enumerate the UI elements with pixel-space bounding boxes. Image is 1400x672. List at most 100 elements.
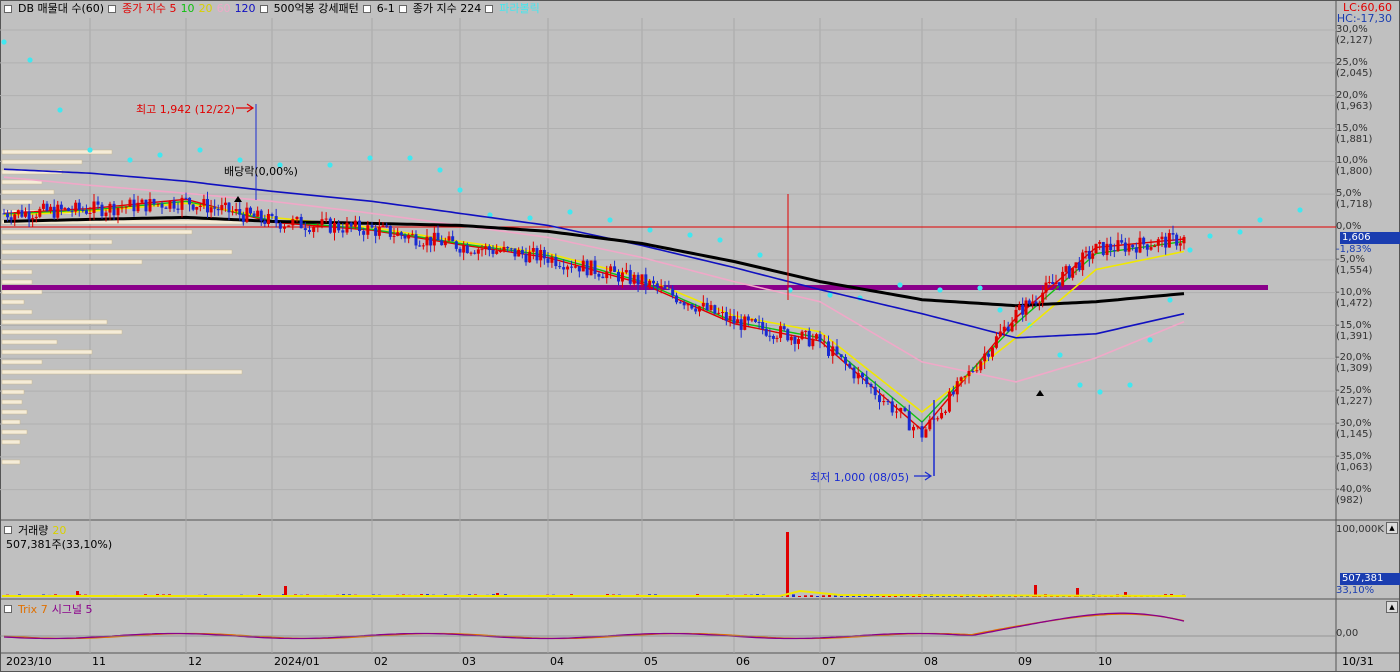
candle-body [429,236,433,246]
candle-body [593,260,597,274]
candle-body [924,429,928,438]
candle-body [34,216,38,219]
candle-body [636,274,640,285]
candle-body [517,249,521,257]
volume-bar [822,595,825,597]
legend-checkbox[interactable] [4,605,12,613]
candle-body [728,316,732,321]
candle-body [231,211,235,213]
candle-body [458,248,462,253]
candle-body [316,225,320,228]
price-axis-pct: 25,0% [1336,56,1368,68]
candle-body [283,226,286,229]
parabolic-dot [977,285,983,291]
volume-legend-ma: 20 [52,523,67,537]
candle-body [410,234,414,236]
legend-checkbox[interactable] [485,5,494,13]
legend-pattern2: 6-1 [376,2,395,15]
parabolic-dot [1097,389,1103,395]
candle-body [502,246,506,252]
volume-profile-bar [1,259,143,265]
parabolic-dot [1147,337,1153,343]
candle-body [940,412,944,419]
volume-profile-bar [1,379,33,385]
volume-profile-bar [1,409,28,415]
candle-body [1024,300,1028,315]
volume-profile-bar [1,229,193,235]
volume-bar [840,595,843,597]
candle-body [266,213,270,224]
candle-body [1084,250,1088,253]
candle-body [835,346,839,355]
candle-body [20,210,24,217]
candle-body [605,271,609,279]
candle-body [732,316,736,324]
legend-checkbox[interactable] [108,5,117,13]
collapse-panel-button[interactable]: ▲ [1386,522,1398,534]
legend-checkbox[interactable] [259,5,268,13]
candle-body [856,373,860,379]
candle-body [1101,242,1105,255]
candle-body [1071,268,1075,278]
candle-body [476,249,480,254]
candle-body [77,202,81,210]
legend-checkbox[interactable] [4,526,12,534]
candle-body [694,308,698,312]
legend-checkbox[interactable] [398,5,407,13]
candle-body [1167,233,1171,248]
candle-body [144,199,148,212]
candle-body [609,266,613,272]
price-axis-pct: -35,0% [1336,450,1372,462]
candle-body [1064,266,1068,272]
candle-body [156,203,160,205]
candle-body [754,319,757,322]
candle-body [589,260,593,276]
candle-body [640,274,644,285]
candle-body [52,206,56,218]
parabolic-dot [1297,207,1303,213]
legend-checkbox[interactable] [362,5,371,13]
volume-bar [792,594,795,597]
trix-legend-signal: 시그널 5 [51,603,93,616]
candle-body [793,336,797,344]
candle-body [67,208,70,212]
candle-body [667,288,671,290]
volume-profile-bar [1,299,25,305]
current-price-box: 1,606 [1340,232,1400,244]
candle-body [1156,239,1160,246]
candle-body [88,213,92,215]
candle-body [613,266,617,272]
parabolic-dot [157,152,163,158]
candle-body [1041,292,1045,303]
candle-body [403,235,407,239]
candle-body [202,198,206,206]
price-axis-price: (1,800) [1336,166,1373,178]
candle-body [49,206,53,211]
candle-body [473,252,477,254]
candle-body [377,226,381,236]
candle-body [1178,243,1182,246]
candle-body [581,260,585,272]
candle-body [535,248,539,261]
candle-body [1061,271,1065,286]
main-legend: DB 매물대 수(60) 종가 지수 5 10 20 60 120 500억봉 … [4,2,540,16]
price-axis-pct: 20,0% [1336,89,1368,101]
candle-body [256,210,260,217]
candle-body [562,267,566,270]
collapse-panel-button[interactable]: ▲ [1386,601,1398,613]
candle-body [220,205,224,211]
volume-profile-bar [1,429,28,435]
candle-body [454,241,458,249]
candle-body [104,212,108,216]
legend-checkbox[interactable] [4,5,12,13]
candle-body [1116,240,1120,252]
candle-body [771,335,775,339]
candle-body [1017,304,1021,310]
candle-body [848,363,852,368]
candle-body [198,205,202,207]
legend-ma60: 60 [216,2,231,15]
candle-body [1153,245,1157,248]
candle-body [337,222,341,231]
candle-body [1127,244,1131,252]
price-axis-price: (1,391) [1336,330,1373,342]
